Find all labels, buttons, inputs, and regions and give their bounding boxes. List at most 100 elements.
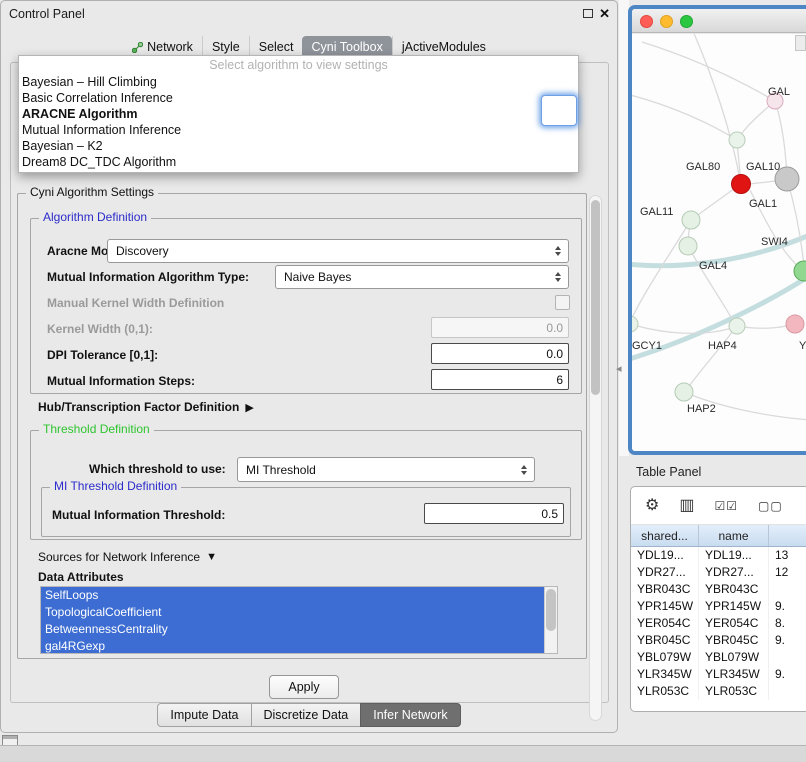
scrollbar-thumb[interactable] xyxy=(591,200,600,395)
mi-type-combobox[interactable]: Naive Bayes xyxy=(275,265,569,289)
table-row[interactable]: YBL079WYBL079W xyxy=(631,649,806,666)
algorithm-combobox[interactable] xyxy=(541,95,577,126)
cell: YPR145W xyxy=(699,598,769,615)
threshold-definition-group: Threshold Definition Which threshold to … xyxy=(30,430,582,540)
dpi-tolerance-field[interactable] xyxy=(431,343,569,364)
list-item[interactable]: TopologicalCoefficient xyxy=(41,604,544,621)
kernel-width-field[interactable] xyxy=(431,317,569,338)
cell: YER054C xyxy=(699,615,769,632)
cell: 9. xyxy=(769,666,806,683)
network-node[interactable] xyxy=(729,132,745,148)
mac-close-button[interactable] xyxy=(640,15,653,28)
table-row[interactable]: YBR045CYBR045C9. xyxy=(631,632,806,649)
list-item[interactable]: gal4RGexp xyxy=(41,638,544,654)
select-all-rows-icon[interactable]: ☑☑ xyxy=(714,500,738,512)
float-window-icon[interactable] xyxy=(583,9,593,18)
cyni-bottom-tab-bar: Impute Data Discretize Data Infer Networ… xyxy=(1,703,617,727)
dropdown-item[interactable]: Mutual Information Inference xyxy=(19,122,578,138)
settings-scrollbar[interactable] xyxy=(589,195,602,721)
expander-down-icon: ▼ xyxy=(206,551,217,563)
dropdown-item[interactable]: Bayesian – K2 xyxy=(19,138,578,154)
hub-definition-expander[interactable]: Hub/Transcription Factor Definition ▶ xyxy=(38,400,254,414)
list-item[interactable]: SelfLoops xyxy=(41,587,544,604)
cell: YDL19... xyxy=(631,547,699,564)
mac-minimize-button[interactable] xyxy=(660,15,673,28)
column-header[interactable] xyxy=(769,525,806,546)
select-columns-icon[interactable]: ▥ xyxy=(679,498,694,514)
dropdown-item[interactable]: Basic Correlation Inference xyxy=(19,90,578,106)
panel-collapse-arrow-icon[interactable]: ◂ xyxy=(616,362,622,375)
which-threshold-label: Which threshold to use: xyxy=(89,462,226,476)
mi-threshold-label: Mutual Information Threshold: xyxy=(52,508,225,522)
network-scrollbar-box[interactable] xyxy=(795,35,806,51)
stepper-icon xyxy=(551,246,565,256)
which-threshold-combobox[interactable]: MI Threshold xyxy=(237,457,535,482)
table-toolbar: ⚙ ▥ ☑☑ ▢▢ xyxy=(631,487,806,525)
table-row[interactable]: YBR043CYBR043C xyxy=(631,581,806,598)
table-panel-window: ⚙ ▥ ☑☑ ▢▢ shared... name YDL19...YDL19..… xyxy=(630,486,806,712)
network-node-labels: GAL GAL80 GAL10 GAL11 GAL1 SWI4 GAL4 GCY… xyxy=(632,86,806,415)
close-icon[interactable]: ✕ xyxy=(599,6,610,22)
sources-expander[interactable]: Sources for Network Inference ▼ xyxy=(38,550,217,564)
cell: YLR345W xyxy=(631,666,699,683)
table-row[interactable]: YLR345WYLR345W9. xyxy=(631,666,806,683)
network-node[interactable] xyxy=(786,315,804,333)
aracne-mode-combobox[interactable]: Discovery xyxy=(107,239,569,263)
node-label: HAP2 xyxy=(687,403,716,415)
mi-steps-field[interactable] xyxy=(431,369,569,390)
scrollbar-thumb[interactable] xyxy=(546,589,556,631)
tab-impute-data[interactable]: Impute Data xyxy=(157,703,251,727)
cell: YLR345W xyxy=(699,666,769,683)
network-view-window: GAL GAL80 GAL10 GAL11 GAL1 SWI4 GAL4 GCY… xyxy=(628,5,806,455)
cell: YBR043C xyxy=(699,581,769,598)
dropdown-placeholder: Select algorithm to view settings xyxy=(19,56,578,74)
aracne-mode-value: Discovery xyxy=(116,244,551,258)
apply-button[interactable]: Apply xyxy=(269,675,339,699)
cell: 13 xyxy=(769,547,806,564)
network-node[interactable] xyxy=(675,383,693,401)
network-node[interactable] xyxy=(632,316,638,332)
data-attributes-list: SelfLoops TopologicalCoefficient Between… xyxy=(40,586,558,654)
table-row[interactable]: YER054CYER054C8. xyxy=(631,615,806,632)
table-row[interactable]: YPR145WYPR145W9. xyxy=(631,598,806,615)
list-scrollbar[interactable] xyxy=(544,587,557,653)
manual-kernel-checkbox[interactable] xyxy=(555,295,570,310)
algorithm-dropdown-popup: Select algorithm to view settings Bayesi… xyxy=(18,55,579,173)
table-body: YDL19...YDL19...13 YDR27...YDR27...12 YB… xyxy=(631,547,806,700)
tab-discretize-data[interactable]: Discretize Data xyxy=(251,703,362,727)
table-row[interactable]: YDL19...YDL19...13 xyxy=(631,547,806,564)
network-canvas[interactable]: GAL GAL80 GAL10 GAL11 GAL1 SWI4 GAL4 GCY… xyxy=(632,34,806,451)
dropdown-item[interactable]: Bayesian – Hill Climbing xyxy=(19,74,578,90)
cell: YBL079W xyxy=(699,649,769,666)
gear-icon[interactable]: ⚙ xyxy=(645,498,659,514)
column-header[interactable]: name xyxy=(699,525,769,546)
mi-threshold-group-title: MI Threshold Definition xyxy=(50,479,181,493)
table-header-row: shared... name xyxy=(631,525,806,547)
list-item[interactable]: BetweennessCentrality xyxy=(41,621,544,638)
column-header[interactable]: shared... xyxy=(631,525,699,546)
mi-threshold-field[interactable] xyxy=(424,503,564,524)
mi-type-label: Mutual Information Algorithm Type: xyxy=(47,270,249,284)
cell: YLR053C xyxy=(699,683,769,700)
node-label: GAL10 xyxy=(746,161,780,173)
mi-steps-label: Mutual Information Steps: xyxy=(47,374,195,388)
network-node[interactable] xyxy=(729,318,745,334)
stepper-icon xyxy=(517,465,531,475)
table-row[interactable]: YDR27...YDR27...12 xyxy=(631,564,806,581)
tab-infer-network[interactable]: Infer Network xyxy=(360,703,460,727)
cell: YLR053C xyxy=(631,683,699,700)
expander-right-icon: ▶ xyxy=(245,401,253,414)
table-row[interactable]: YLR053CYLR053C xyxy=(631,683,806,700)
node-label: Y xyxy=(799,340,806,352)
dropdown-item-selected[interactable]: ARACNE Algorithm xyxy=(19,106,578,122)
network-node[interactable] xyxy=(679,237,697,255)
deselect-all-rows-icon[interactable]: ▢▢ xyxy=(758,500,783,512)
cell: YDL19... xyxy=(699,547,769,564)
mac-zoom-button[interactable] xyxy=(680,15,693,28)
cell: YBR043C xyxy=(631,581,699,598)
network-node[interactable] xyxy=(682,211,700,229)
network-node[interactable] xyxy=(732,175,751,194)
dropdown-item[interactable]: Dream8 DC_TDC Algorithm xyxy=(19,154,578,170)
node-label: GAL xyxy=(768,86,790,98)
node-label: SWI4 xyxy=(761,236,788,248)
